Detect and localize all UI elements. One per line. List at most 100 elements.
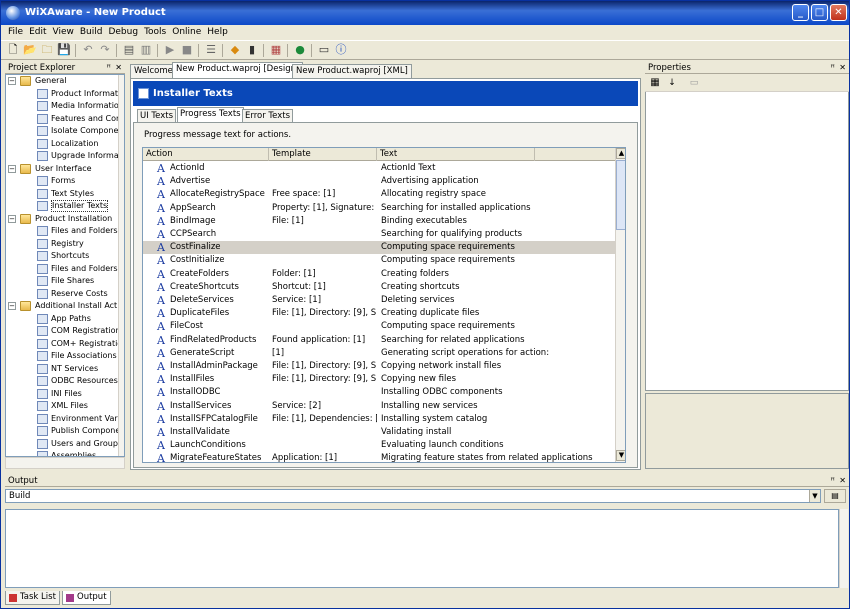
new-file-icon[interactable]: 🗋 [6,43,20,57]
list-row[interactable]: A AllocateRegistrySpace Free space: [1] All… [143,188,615,201]
list-row[interactable]: A DeleteServices Service: [1] Deleting serv… [143,294,615,307]
properties-pin-icon[interactable]: ꟸ [830,62,835,74]
stop-icon[interactable]: ■ [180,43,194,57]
list-row[interactable]: A InstallServices Service: [2] Installing n… [143,400,615,413]
scroll-thumb[interactable] [616,160,625,230]
tree-item-node[interactable]: Environment Variables [6,413,124,426]
categorized-icon[interactable]: ▦ [648,76,662,90]
tree-folder-node[interactable]: − General [6,75,118,88]
tree-item-node[interactable]: Upgrade Information [6,150,124,163]
tree-folder-node[interactable]: − Additional Install Actions [6,300,124,313]
clear-output-button[interactable]: ▤ [824,489,846,503]
tree-item-node[interactable]: File Shares [6,275,118,288]
tree-item-node[interactable]: Localization [6,138,118,151]
tree-item-node[interactable]: Features and Components [6,113,124,126]
tree-item-node[interactable]: Text Styles [6,188,118,201]
chevron-down-icon[interactable]: ▼ [809,490,820,502]
tab-design[interactable]: New Product.waproj [Design] [172,62,304,78]
list-row[interactable]: A CreateShortcuts Shortcut: [1] Creating sh… [143,281,615,294]
tree-item-node[interactable]: Installer Texts [6,200,118,213]
expand-toggle-icon[interactable]: − [8,302,16,310]
copy-icon[interactable]: ▥ [139,43,153,57]
tab-xml[interactable]: New Product.waproj [XML] [292,64,412,78]
list-row[interactable]: A CCPSearch Searching for qualifying produ… [143,228,615,241]
list-row[interactable]: A DuplicateFiles File: [1], Directory: [9]… [143,307,615,320]
tree-item-node[interactable]: ODBC Resources [6,375,118,388]
close-button[interactable]: ✕ [830,4,847,21]
build-icon[interactable]: ☰ [204,43,218,57]
tree-item-node[interactable]: Files and Folders [6,263,118,276]
column-template[interactable]: Template [269,148,377,161]
tree-item-node[interactable]: Publish Components [6,425,124,438]
list-row[interactable]: A Advertise Advertising application [143,175,615,188]
expand-toggle-icon[interactable]: − [8,214,16,223]
tree-item-node[interactable]: Registry [6,238,118,251]
tree-item-node[interactable]: File Associations [6,350,118,363]
tree-item-node[interactable]: Forms [6,175,118,188]
list-row[interactable]: A MigrateFeatureStates Application: [1] Mig… [143,452,615,462]
list-row[interactable]: A FileCost Computing space requirements [143,320,615,333]
output-close-icon[interactable]: ✕ [839,475,846,487]
tree-item-node[interactable]: Files and Folders [6,225,118,238]
tree-folder-node[interactable]: − Product Installation [6,213,118,226]
tab-progress-texts[interactable]: Progress Texts [177,107,244,122]
list-row[interactable]: A CreateFolders Folder: [1] Creating folder… [143,268,615,281]
menu-debug[interactable]: Debug [105,25,141,39]
output-pin-icon[interactable]: ꟸ [830,475,835,487]
close-panel-icon[interactable]: ✕ [115,62,122,74]
list-row[interactable]: A InstallFiles File: [1], Directory: [9], … [143,373,615,386]
scroll-down-icon[interactable]: ▼ [616,450,625,461]
open-project-icon[interactable]: 🗀 [40,43,54,57]
pin-icon[interactable]: ꟸ [106,62,111,74]
output-text[interactable] [5,509,839,588]
play-icon[interactable]: ▶ [163,43,177,57]
output-vertical-scrollbar[interactable] [839,509,848,588]
column-action[interactable]: Action [143,148,269,161]
maximize-button[interactable]: □ [811,4,828,21]
property-pages-icon[interactable]: ▭ [687,76,701,90]
expand-toggle-icon[interactable]: − [8,164,16,173]
tree-item-node[interactable]: Users and Groups [6,438,122,451]
tree-item-node[interactable]: Assemblies [6,450,118,456]
tree-item-node[interactable]: Media Information [6,100,124,113]
traffic-light-icon[interactable]: ▮ [245,43,259,57]
tree-horizontal-scrollbar[interactable] [5,457,125,469]
list-row[interactable]: A LaunchConditions Evaluating launch condi… [143,439,615,452]
list-row[interactable]: A AppSearch Property: [1], Signature: [2] S… [143,202,615,215]
menu-view[interactable]: View [50,25,77,39]
tab-ui-texts[interactable]: UI Texts [137,109,177,122]
window-icon[interactable]: ▭ [317,43,331,57]
tab-welcome[interactable]: Welcome [130,64,177,78]
expand-toggle-icon[interactable]: − [8,77,16,85]
tree-vertical-scrollbar[interactable] [118,75,124,456]
tree-item-node[interactable]: INI Files [6,388,118,401]
tree-item-node[interactable]: COM+ Registration [6,338,124,351]
list-row[interactable]: A CostFinalize Computing space requirement… [143,241,615,255]
menu-edit[interactable]: Edit [26,25,49,39]
tab-error-texts[interactable]: Error Texts [242,109,294,122]
tree-item-node[interactable]: App Paths [6,313,118,326]
tree-item-node[interactable]: XML Files [6,400,118,413]
package-icon[interactable]: ▦ [269,43,283,57]
undo-icon[interactable]: ↶ [81,43,95,57]
list-row[interactable]: A GenerateScript [1] Generating script oper… [143,347,615,360]
tab-task-list[interactable]: Task List [5,591,60,605]
tree-item-node[interactable]: NT Services [6,363,118,376]
list-row[interactable]: A CostInitialize Computing space requireme… [143,254,615,267]
list-row[interactable]: A InstallValidate Validating install [143,426,615,439]
list-row[interactable]: A BindImage File: [1] Binding executables [143,215,615,228]
open-folder-icon[interactable]: 📂 [23,43,37,57]
globe-icon[interactable]: ● [293,43,307,57]
tree-item-node[interactable]: Isolate Components [6,125,124,138]
tab-output[interactable]: Output [62,591,111,605]
menu-online[interactable]: Online [169,25,204,39]
menu-file[interactable]: File [5,25,26,39]
menu-tools[interactable]: Tools [141,25,169,39]
menu-help[interactable]: Help [204,25,231,39]
scroll-up-icon[interactable]: ▲ [616,148,625,159]
wizard-icon[interactable]: ◆ [228,43,242,57]
tree-folder-node[interactable]: − User Interface [6,163,118,176]
save-icon[interactable]: 💾 [57,43,71,57]
list-row[interactable]: A FindRelatedProducts Found application: [… [143,334,615,347]
minimize-button[interactable]: _ [792,4,809,21]
